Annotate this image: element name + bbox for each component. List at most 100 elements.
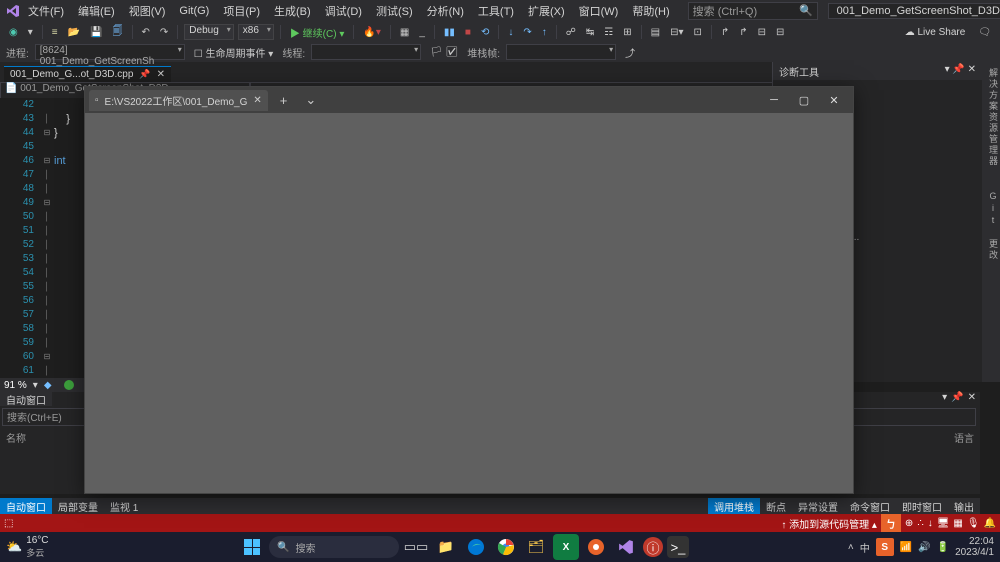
tab-breakpoints[interactable]: 断点 [760, 498, 792, 514]
pin-icon[interactable]: 📌 [139, 69, 150, 80]
panel-dropdown-icon[interactable]: ▾ [942, 392, 947, 406]
running-app-window[interactable]: ▫ E:\VS2022工作区\001_Demo_G ✕ + ⌄ ─ ▢ ✕ [84, 86, 854, 494]
app-tab[interactable]: ▫ E:\VS2022工作区\001_Demo_G ✕ [89, 90, 268, 111]
sb-icon-7[interactable]: 🔔 [984, 518, 996, 529]
sb-icon-1[interactable]: ⊕ [905, 518, 913, 529]
tab-autos[interactable]: 自动窗口 [0, 498, 52, 514]
chrome-canary-icon[interactable] [583, 534, 609, 560]
stop-button[interactable]: ■ [462, 26, 474, 39]
restart-button[interactable]: ⟲ [478, 26, 492, 39]
tab-output[interactable]: 输出 [948, 498, 980, 514]
open-icon[interactable]: 📂 [65, 26, 83, 39]
hot-reload-icon[interactable]: 🔥▾ [360, 26, 383, 39]
zoom-level[interactable]: 91 % [4, 380, 27, 391]
tab-immediate[interactable]: 即时窗口 [896, 498, 948, 514]
taskview-icon[interactable]: ▭▭ [403, 534, 429, 560]
vs-icon[interactable] [613, 534, 639, 560]
tb-icon-j[interactable]: ⊟ [755, 26, 769, 39]
diag-dropdown-icon[interactable]: ▾ [945, 64, 950, 75]
tb-icon-k[interactable]: ⊟ [773, 26, 787, 39]
menu-analyze[interactable]: 分析(N) [421, 1, 470, 21]
menu-build[interactable]: 生成(B) [268, 1, 317, 21]
tab-command[interactable]: 命令窗口 [844, 498, 896, 514]
autos-tab-title[interactable]: 自动窗口 [0, 392, 52, 406]
app-icon-red[interactable]: ⓘ [643, 537, 663, 557]
menu-edit[interactable]: 编辑(E) [72, 1, 121, 21]
ime-indicator[interactable]: ㄅ [881, 514, 901, 532]
redo-icon[interactable]: ↷ [157, 26, 171, 39]
tb-icon-a[interactable]: ☍ [563, 26, 579, 39]
menu-debug[interactable]: 调试(D) [319, 1, 368, 21]
app-newtab-icon[interactable]: + [274, 93, 294, 108]
diag-pin-icon[interactable]: 📌 [952, 64, 964, 75]
step-over-icon[interactable]: ↷ [520, 26, 534, 39]
folder-icon[interactable]: 🗂 [523, 534, 549, 560]
tray-volume-icon[interactable]: 🔊 [918, 542, 930, 553]
solution-name[interactable]: 001_Demo_GetScreenShot_D3D [828, 3, 1000, 19]
app-maximize-button[interactable]: ▢ [789, 89, 819, 111]
app-minimize-button[interactable]: ─ [759, 89, 789, 111]
system-tray[interactable]: ˄ 中 S 📶 🔊 🔋 22:04 2023/4/1 [848, 536, 994, 558]
document-tab-active[interactable]: 001_Demo_G...ot_D3D.cpp 📌 ✕ [4, 66, 171, 82]
app-close-button[interactable]: ✕ [819, 89, 849, 111]
tb-icon-d[interactable]: ⊞ [620, 26, 634, 39]
diag-close-icon[interactable]: ✕ [968, 64, 976, 75]
tb-icon-i[interactable]: ↱ [736, 26, 750, 39]
chrome-icon[interactable] [493, 534, 519, 560]
step-into-icon[interactable]: ↓ [505, 26, 516, 39]
issues-icon[interactable]: ◆ [44, 380, 52, 391]
stack-icon[interactable]: 🏳 ☑ [427, 46, 461, 59]
tray-ime-icon[interactable]: 中 [860, 540, 870, 555]
tb-icon-1[interactable]: ▦ [397, 26, 412, 39]
sb-icon-3[interactable]: ↓ [928, 518, 933, 529]
tb-icon-2[interactable]: _ [416, 26, 428, 39]
panel-pin-icon[interactable]: 📌 [951, 392, 963, 406]
taskbar-search[interactable]: 🔍搜索 [269, 536, 399, 558]
menu-view[interactable]: 视图(V) [123, 1, 172, 21]
tab-locals[interactable]: 局部变量 [52, 498, 104, 514]
terminal-icon[interactable]: >_ [667, 536, 689, 558]
tab-exceptions[interactable]: 异常设置 [792, 498, 844, 514]
status-left-icon[interactable]: ⬚ [4, 518, 13, 529]
stackframe-combo[interactable] [506, 44, 616, 60]
undo-icon[interactable]: ↶ [139, 26, 153, 39]
tab-callstack[interactable]: 调用堆栈 [708, 498, 760, 514]
weather-widget[interactable]: ⛅ 16°C 多云 [6, 535, 49, 559]
zoom-dropdown-icon[interactable]: ▾ [33, 380, 38, 391]
tab-watch1[interactable]: 监视 1 [104, 498, 144, 514]
edge-icon[interactable] [463, 534, 489, 560]
config-combo[interactable]: Debug [184, 24, 233, 40]
save-icon[interactable]: 💾 [87, 26, 105, 39]
platform-combo[interactable]: x86 [238, 24, 274, 40]
process-combo[interactable]: [8624] 001_Demo_GetScreenSh [35, 44, 185, 60]
add-source-control[interactable]: ↑ 添加到源代码管理 ▴ [781, 516, 877, 531]
tb-icon-c[interactable]: ☶ [601, 26, 616, 39]
tab-close-icon[interactable]: ✕ [157, 69, 165, 80]
explorer-icon[interactable]: 📁 [433, 534, 459, 560]
stack-nav-icon[interactable]: ⤴ [622, 44, 638, 61]
menu-help[interactable]: 帮助(H) [626, 1, 675, 21]
menu-git[interactable]: Git(G) [173, 3, 215, 19]
feedback-icon[interactable]: 🗨 [975, 26, 994, 39]
tray-wifi-icon[interactable]: 📶 [900, 542, 912, 553]
tb-icon-e[interactable]: ▤ [648, 26, 663, 39]
app-titlebar[interactable]: ▫ E:\VS2022工作区\001_Demo_G ✕ + ⌄ ─ ▢ ✕ [85, 87, 853, 113]
global-search[interactable]: 搜索 (Ctrl+Q)🔍 [688, 2, 818, 20]
menu-project[interactable]: 项目(P) [217, 1, 266, 21]
start-button[interactable] [239, 536, 265, 558]
app-tab-close-icon[interactable]: ✕ [253, 95, 261, 106]
menu-extensions[interactable]: 扩展(X) [522, 1, 571, 21]
saveall-icon[interactable]: 🗐 [110, 23, 126, 42]
new-icon[interactable]: ≡ [49, 26, 61, 39]
tray-chevron-icon[interactable]: ˄ [848, 542, 854, 553]
tray-battery-icon[interactable]: 🔋 [937, 542, 949, 553]
back-icon[interactable]: ◉ [6, 26, 21, 39]
menu-test[interactable]: 测试(S) [370, 1, 419, 21]
app-tab-dropdown-icon[interactable]: ⌄ [299, 92, 322, 108]
thread-combo[interactable] [311, 44, 421, 60]
sb-icon-4[interactable]: 🖥 [937, 518, 950, 529]
menu-file[interactable]: 文件(F) [22, 1, 70, 21]
fold-gutter[interactable]: │⊟⊟││⊟││││││││││⊟││ [40, 98, 54, 378]
panel-close-icon[interactable]: ✕ [968, 392, 976, 406]
sb-icon-5[interactable]: ▦ [953, 518, 962, 529]
